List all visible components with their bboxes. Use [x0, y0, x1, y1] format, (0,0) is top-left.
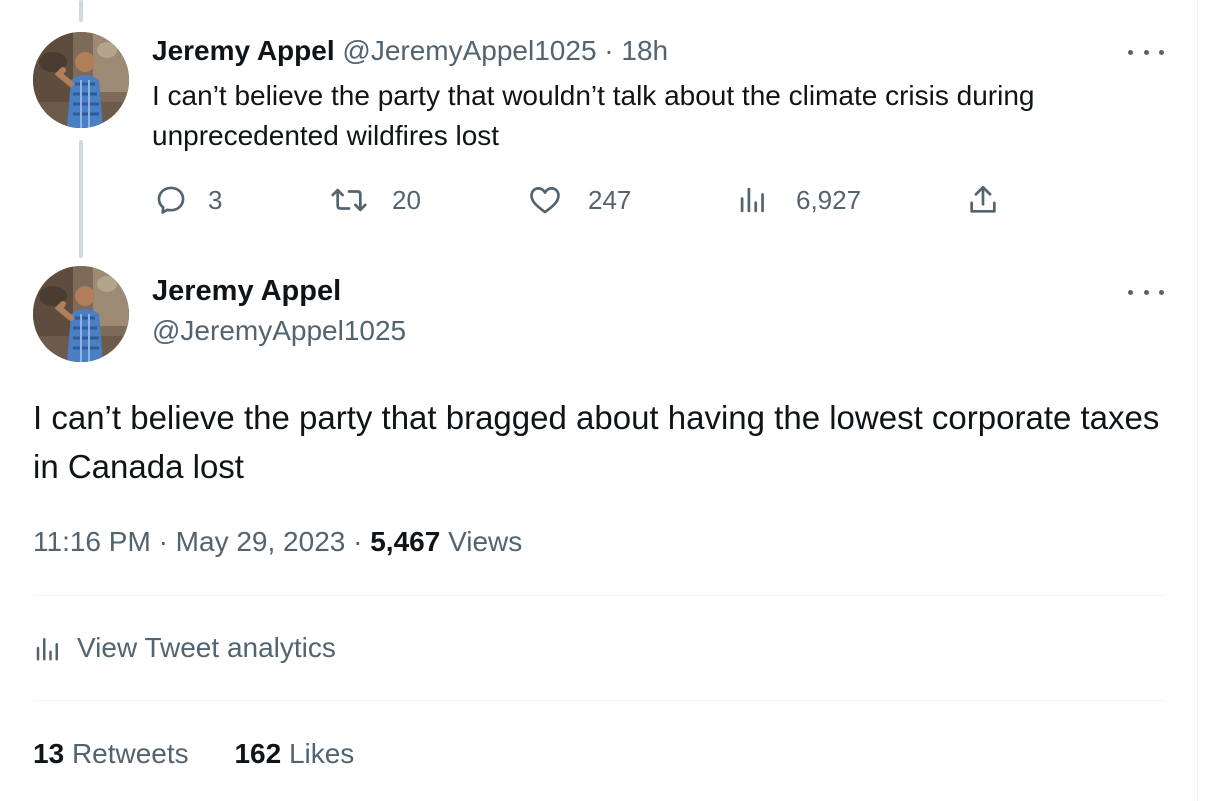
- header-separator: ·: [604, 35, 614, 66]
- more-icon[interactable]: [1128, 46, 1164, 58]
- avatar-photo: [33, 266, 129, 362]
- author-handle[interactable]: @JeremyAppel1025: [342, 35, 596, 66]
- engagement-stats: 13 Retweets 162 Likes: [33, 734, 354, 774]
- tweet-time-ago[interactable]: 18h: [621, 35, 668, 66]
- reply-icon: [157, 186, 185, 214]
- analytics-icon: [36, 638, 58, 661]
- avatar[interactable]: [33, 32, 129, 128]
- share-button[interactable]: [966, 180, 1000, 220]
- views-button[interactable]: 6,927: [738, 180, 861, 220]
- reply-tweet-text: I can’t believe the party that wouldn’t …: [152, 80, 1035, 151]
- retweets-label: Retweets: [71, 738, 189, 769]
- views-icon: [740, 187, 764, 213]
- retweet-button[interactable]: 20: [330, 180, 421, 220]
- retweets-stat[interactable]: 13 Retweets: [33, 734, 189, 774]
- thread-line: [79, 140, 83, 258]
- author-name[interactable]: Jeremy Appel: [152, 35, 335, 66]
- views-count: 5,467: [370, 526, 441, 557]
- reply-tweet-header: Jeremy Appel @JeremyAppel1025 · 18h: [152, 34, 668, 68]
- meta-separator: ·: [353, 526, 363, 557]
- views-label: Views: [448, 526, 523, 557]
- like-icon: [530, 187, 560, 214]
- share-icon: [970, 185, 996, 213]
- more-icon[interactable]: [1128, 286, 1164, 298]
- views-count: 6,927: [796, 184, 862, 215]
- meta-separator: ·: [158, 526, 168, 557]
- retweet-icon: [331, 188, 367, 212]
- tweet-time[interactable]: 11:16 PM: [33, 526, 151, 557]
- retweets-count: 13: [33, 738, 65, 769]
- retweet-count: 20: [392, 184, 421, 215]
- like-count: 247: [588, 184, 632, 215]
- divider: [33, 700, 1165, 701]
- main-tweet-text: I can’t believe the party that bragged a…: [33, 399, 1160, 485]
- likes-count: 162: [234, 738, 282, 769]
- author-handle[interactable]: @JeremyAppel1025: [152, 314, 406, 348]
- avatar[interactable]: [33, 266, 129, 362]
- view-analytics-link[interactable]: View Tweet analytics: [33, 628, 336, 668]
- author-name[interactable]: Jeremy Appel: [152, 274, 341, 308]
- thread-line-top: [79, 0, 83, 22]
- divider: [33, 595, 1165, 596]
- like-button[interactable]: 247: [528, 180, 631, 220]
- reply-count: 3: [208, 184, 223, 215]
- likes-stat[interactable]: 162 Likes: [234, 734, 354, 774]
- analytics-label: View Tweet analytics: [77, 632, 336, 663]
- avatar-photo: [33, 32, 129, 128]
- tweet-date[interactable]: May 29, 2023: [176, 526, 346, 557]
- column-border: [1197, 0, 1198, 801]
- reply-button[interactable]: 3: [154, 180, 222, 220]
- likes-label: Likes: [288, 738, 355, 769]
- tweet-meta: 11:16 PM · May 29, 2023 · 5,467 Views: [33, 522, 522, 562]
